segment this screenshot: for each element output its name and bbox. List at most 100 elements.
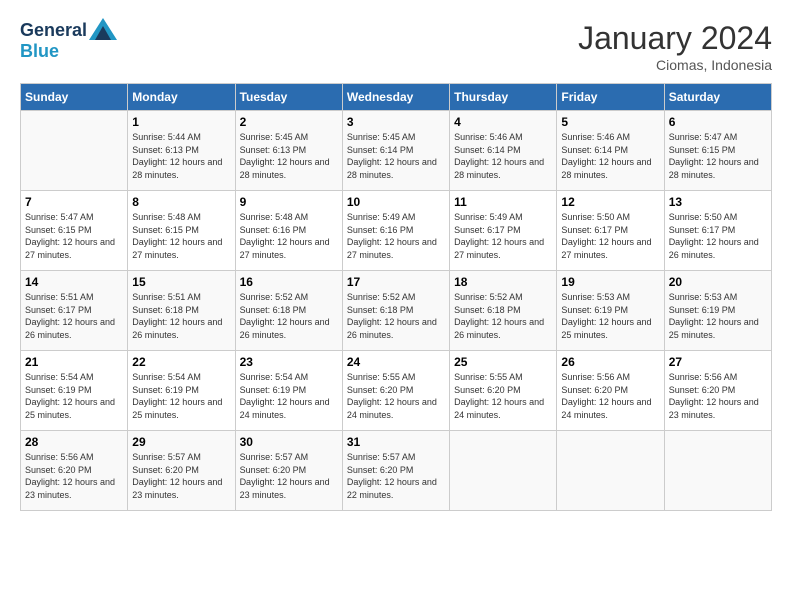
day-info: Sunrise: 5:54 AMSunset: 6:19 PMDaylight:… [132,371,230,421]
day-info: Sunrise: 5:45 AMSunset: 6:13 PMDaylight:… [240,131,338,181]
day-info: Sunrise: 5:55 AMSunset: 6:20 PMDaylight:… [347,371,445,421]
calendar-cell: 1Sunrise: 5:44 AMSunset: 6:13 PMDaylight… [128,111,235,191]
day-info: Sunrise: 5:48 AMSunset: 6:15 PMDaylight:… [132,211,230,261]
calendar-week-row: 28Sunrise: 5:56 AMSunset: 6:20 PMDayligh… [21,431,772,511]
day-info: Sunrise: 5:47 AMSunset: 6:15 PMDaylight:… [669,131,767,181]
day-number: 24 [347,355,445,369]
calendar-cell: 23Sunrise: 5:54 AMSunset: 6:19 PMDayligh… [235,351,342,431]
calendar-cell [21,111,128,191]
calendar-cell: 4 Sunrise: 5:46 AMSunset: 6:14 PMDaylight… [450,111,557,191]
day-number: 31 [347,435,445,449]
weekday-header: Monday [128,84,235,111]
day-number: 5 [561,115,659,129]
day-number: 22 [132,355,230,369]
calendar-cell: 13 Sunrise: 5:50 AMSunset: 6:17 PMDayligh… [664,191,771,271]
calendar-cell: 27 Sunrise: 5:56 AMSunset: 6:20 PMDayligh… [664,351,771,431]
day-info: Sunrise: 5:52 AMSunset: 6:18 PMDaylight:… [454,291,552,341]
calendar-cell: 22 Sunrise: 5:54 AMSunset: 6:19 PMDayligh… [128,351,235,431]
day-info: Sunrise: 5:54 AMSunset: 6:19 PMDaylight:… [240,371,338,421]
calendar-cell: 12Sunrise: 5:50 AMSunset: 6:17 PMDayligh… [557,191,664,271]
weekday-header: Thursday [450,84,557,111]
day-info: Sunrise: 5:55 AMSunset: 6:20 PMDaylight:… [454,371,552,421]
location-subtitle: Ciomas, Indonesia [578,57,772,73]
day-number: 3 [347,115,445,129]
calendar-cell: 10Sunrise: 5:49 AMSunset: 6:16 PMDayligh… [342,191,449,271]
logo-icon [89,18,117,40]
calendar-cell: 20 Sunrise: 5:53 AMSunset: 6:19 PMDayligh… [664,271,771,351]
day-info: Sunrise: 5:47 AMSunset: 6:15 PMDaylight:… [25,211,123,261]
day-number: 6 [669,115,767,129]
day-info: Sunrise: 5:51 AMSunset: 6:17 PMDaylight:… [25,291,123,341]
weekday-header: Saturday [664,84,771,111]
day-number: 13 [669,195,767,209]
day-number: 20 [669,275,767,289]
calendar-cell [664,431,771,511]
day-info: Sunrise: 5:56 AMSunset: 6:20 PMDaylight:… [669,371,767,421]
calendar-cell: 29 Sunrise: 5:57 AMSunset: 6:20 PMDayligh… [128,431,235,511]
day-number: 30 [240,435,338,449]
calendar-table: SundayMondayTuesdayWednesdayThursdayFrid… [20,83,772,511]
weekday-header: Tuesday [235,84,342,111]
day-number: 29 [132,435,230,449]
weekday-header-row: SundayMondayTuesdayWednesdayThursdayFrid… [21,84,772,111]
calendar-cell: 18 Sunrise: 5:52 AMSunset: 6:18 PMDayligh… [450,271,557,351]
day-number: 19 [561,275,659,289]
day-number: 4 [454,115,552,129]
calendar-cell: 14Sunrise: 5:51 AMSunset: 6:17 PMDayligh… [21,271,128,351]
day-info: Sunrise: 5:46 AMSunset: 6:14 PMDaylight:… [561,131,659,181]
calendar-cell: 26Sunrise: 5:56 AMSunset: 6:20 PMDayligh… [557,351,664,431]
day-info: Sunrise: 5:45 AMSunset: 6:14 PMDaylight:… [347,131,445,181]
day-info: Sunrise: 5:49 AMSunset: 6:17 PMDaylight:… [454,211,552,261]
day-info: Sunrise: 5:50 AMSunset: 6:17 PMDaylight:… [669,211,767,261]
calendar-week-row: 7Sunrise: 5:47 AMSunset: 6:15 PMDaylight… [21,191,772,271]
calendar-cell: 3 Sunrise: 5:45 AMSunset: 6:14 PMDaylight… [342,111,449,191]
day-info: Sunrise: 5:49 AMSunset: 6:16 PMDaylight:… [347,211,445,261]
calendar-week-row: 21 Sunrise: 5:54 AMSunset: 6:19 PMDayligh… [21,351,772,431]
day-info: Sunrise: 5:57 AMSunset: 6:20 PMDaylight:… [240,451,338,501]
calendar-cell: 19 Sunrise: 5:53 AMSunset: 6:19 PMDayligh… [557,271,664,351]
logo-blue-text: Blue [20,41,59,61]
day-number: 16 [240,275,338,289]
day-info: Sunrise: 5:52 AMSunset: 6:18 PMDaylight:… [240,291,338,341]
logo: General Blue [20,20,119,62]
title-block: January 2024 Ciomas, Indonesia [578,20,772,73]
day-info: Sunrise: 5:46 AMSunset: 6:14 PMDaylight:… [454,131,552,181]
day-info: Sunrise: 5:57 AMSunset: 6:20 PMDaylight:… [132,451,230,501]
calendar-cell: 21 Sunrise: 5:54 AMSunset: 6:19 PMDayligh… [21,351,128,431]
weekday-header: Wednesday [342,84,449,111]
calendar-cell: 11Sunrise: 5:49 AMSunset: 6:17 PMDayligh… [450,191,557,271]
calendar-cell: 30 Sunrise: 5:57 AMSunset: 6:20 PMDayligh… [235,431,342,511]
logo-text: General [20,21,87,41]
page-header: General Blue January 2024 Ciomas, Indone… [20,20,772,73]
calendar-cell: 9 Sunrise: 5:48 AMSunset: 6:16 PMDaylight… [235,191,342,271]
day-info: Sunrise: 5:52 AMSunset: 6:18 PMDaylight:… [347,291,445,341]
calendar-cell: 7Sunrise: 5:47 AMSunset: 6:15 PMDaylight… [21,191,128,271]
day-info: Sunrise: 5:48 AMSunset: 6:16 PMDaylight:… [240,211,338,261]
calendar-cell [557,431,664,511]
day-info: Sunrise: 5:53 AMSunset: 6:19 PMDaylight:… [561,291,659,341]
calendar-cell: 5 Sunrise: 5:46 AMSunset: 6:14 PMDaylight… [557,111,664,191]
calendar-cell: 16 Sunrise: 5:52 AMSunset: 6:18 PMDayligh… [235,271,342,351]
weekday-header: Sunday [21,84,128,111]
calendar-cell [450,431,557,511]
day-info: Sunrise: 5:53 AMSunset: 6:19 PMDaylight:… [669,291,767,341]
calendar-cell: 6 Sunrise: 5:47 AMSunset: 6:15 PMDaylight… [664,111,771,191]
calendar-week-row: 1Sunrise: 5:44 AMSunset: 6:13 PMDaylight… [21,111,772,191]
day-number: 25 [454,355,552,369]
day-number: 2 [240,115,338,129]
day-number: 27 [669,355,767,369]
day-number: 9 [240,195,338,209]
calendar-cell: 24 Sunrise: 5:55 AMSunset: 6:20 PMDayligh… [342,351,449,431]
day-info: Sunrise: 5:56 AMSunset: 6:20 PMDaylight:… [25,451,123,501]
calendar-cell: 31Sunrise: 5:57 AMSunset: 6:20 PMDayligh… [342,431,449,511]
day-number: 18 [454,275,552,289]
day-number: 1 [132,115,230,129]
calendar-week-row: 14Sunrise: 5:51 AMSunset: 6:17 PMDayligh… [21,271,772,351]
day-number: 8 [132,195,230,209]
month-year-title: January 2024 [578,20,772,57]
calendar-cell: 8 Sunrise: 5:48 AMSunset: 6:15 PMDaylight… [128,191,235,271]
calendar-cell: 17 Sunrise: 5:52 AMSunset: 6:18 PMDayligh… [342,271,449,351]
day-number: 17 [347,275,445,289]
day-info: Sunrise: 5:54 AMSunset: 6:19 PMDaylight:… [25,371,123,421]
day-number: 21 [25,355,123,369]
